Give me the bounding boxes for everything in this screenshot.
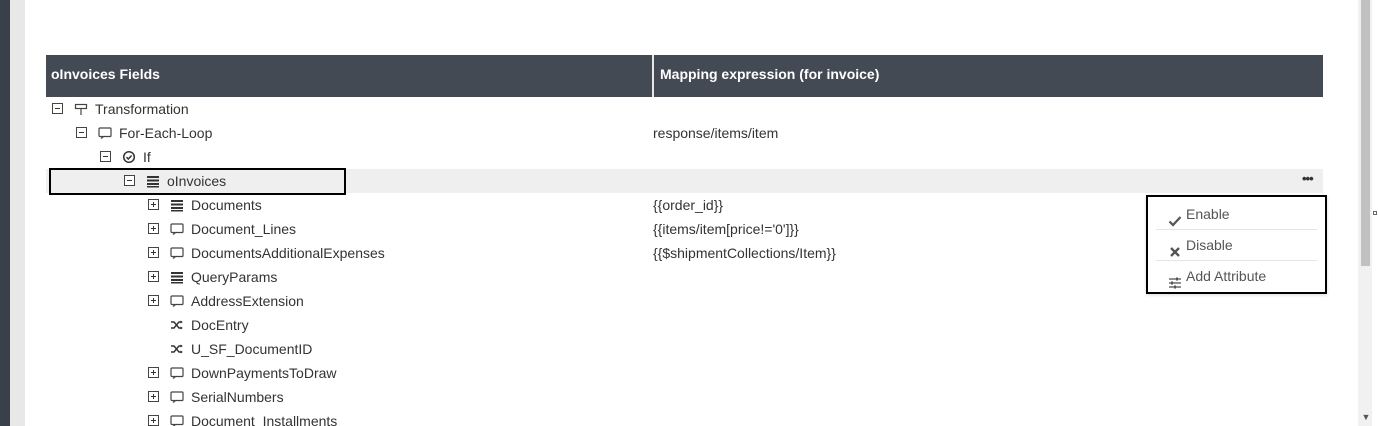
expand-toggle[interactable]	[148, 295, 159, 306]
row-label: DownPaymentsToDraw	[191, 365, 337, 381]
tree-row-address-extension[interactable]: AddressExtension	[46, 289, 1323, 313]
loop-icon	[170, 222, 184, 236]
row-label: SerialNumbers	[191, 389, 284, 405]
menu-item-add-attribute[interactable]: Add Attribute	[1148, 261, 1325, 292]
table-header: oInvoices Fields Mapping expression (for…	[46, 55, 1323, 97]
header-fields: oInvoices Fields	[51, 66, 160, 82]
row-label: For-Each-Loop	[119, 125, 213, 141]
row-label: U_SF_DocumentID	[191, 341, 313, 357]
expand-toggle[interactable]	[148, 367, 159, 378]
left-gutter	[10, 0, 25, 426]
row-label: If	[143, 149, 151, 165]
expand-toggle[interactable]	[148, 271, 159, 282]
tree-row-u-sf-document-id[interactable]: U_SF_DocumentID	[46, 337, 1323, 361]
tree-row-for-each-loop[interactable]: For-Each-Loop response/items/item	[46, 121, 1323, 145]
signpost-icon	[74, 102, 88, 116]
menu-item-enable[interactable]: Enable	[1148, 199, 1325, 230]
x-icon	[1168, 239, 1182, 257]
scrollbar-thumb[interactable]	[1361, 0, 1370, 266]
loop-icon	[170, 390, 184, 404]
row-label: Transformation	[95, 101, 189, 117]
loop-icon	[98, 126, 112, 140]
menu-item-label: Enable	[1186, 206, 1230, 222]
expand-toggle[interactable]	[148, 199, 159, 210]
expand-toggle[interactable]	[148, 415, 159, 426]
tree-row-down-payments-to-draw[interactable]: DownPaymentsToDraw	[46, 361, 1323, 385]
loop-icon	[170, 294, 184, 308]
tree-row-documents-additional-expenses[interactable]: DocumentsAdditionalExpenses {{$shipmentC…	[46, 241, 1323, 265]
tree-row-serial-numbers[interactable]: SerialNumbers	[46, 385, 1323, 409]
sliders-icon	[1168, 270, 1182, 289]
expand-toggle[interactable]	[148, 247, 159, 258]
menu-item-label: Disable	[1186, 237, 1233, 253]
row-context-menu: Enable Disable Add Attribute	[1146, 195, 1327, 294]
row-label: Document_Lines	[191, 221, 297, 237]
collapse-toggle[interactable]	[100, 151, 111, 162]
shuffle-icon	[170, 318, 184, 332]
tree-row-document-installments[interactable]: Document_Installments	[46, 409, 1323, 426]
check-icon	[1168, 208, 1182, 227]
row-label: Documents	[191, 197, 262, 213]
tree-row-documents[interactable]: Documents {{order_id}}	[46, 193, 1323, 217]
loop-icon	[170, 414, 184, 426]
header-mapping: Mapping expression (for invoice)	[652, 55, 1321, 97]
row-mapping[interactable]: response/items/item	[653, 121, 778, 145]
tree-row-doc-entry[interactable]: DocEntry	[46, 313, 1323, 337]
tree-row-transformation[interactable]: Transformation	[46, 97, 1323, 121]
list-icon	[170, 270, 184, 284]
expand-toggle[interactable]	[148, 223, 159, 234]
row-mapping[interactable]: {{$shipmentCollections/Item}}	[653, 241, 836, 265]
selected-row-highlight	[49, 168, 346, 195]
list-icon	[170, 198, 184, 212]
row-label: DocumentsAdditionalExpenses	[191, 245, 385, 261]
row-mapping[interactable]: {{order_id}}	[653, 193, 723, 217]
menu-item-label: Add Attribute	[1186, 268, 1267, 284]
menu-item-disable[interactable]: Disable	[1148, 230, 1325, 261]
check-circle-icon	[122, 150, 136, 164]
more-options-button[interactable]: •••	[1302, 169, 1314, 189]
row-label: Document_Installments	[191, 413, 338, 426]
row-label: QueryParams	[191, 269, 278, 285]
expand-toggle[interactable]	[148, 391, 159, 402]
loop-icon	[170, 246, 184, 260]
loop-icon	[170, 366, 184, 380]
row-label: DocEntry	[191, 317, 249, 333]
tree-row-query-params[interactable]: QueryParams	[46, 265, 1323, 289]
collapse-toggle[interactable]	[76, 127, 87, 138]
resize-handle[interactable]	[1373, 211, 1377, 215]
app-left-rail	[0, 0, 10, 426]
shuffle-icon	[170, 342, 184, 356]
row-mapping[interactable]: {{items/item[price!='0']}}	[653, 217, 799, 241]
tree-row-document-lines[interactable]: Document_Lines {{items/item[price!='0']}…	[46, 217, 1323, 241]
scroll-down-arrow[interactable]: ▼	[1360, 411, 1372, 423]
tree-row-if[interactable]: If	[46, 145, 1323, 169]
collapse-toggle[interactable]	[52, 103, 63, 114]
row-label: AddressExtension	[191, 293, 304, 309]
